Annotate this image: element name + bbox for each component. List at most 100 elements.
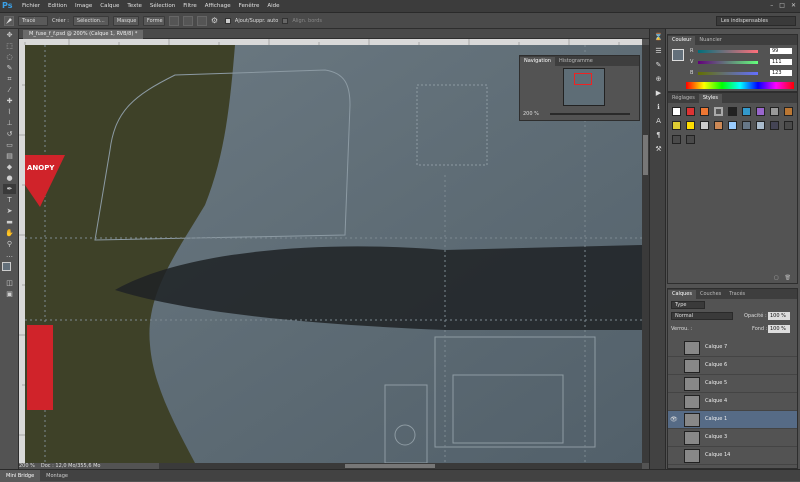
align-edges-checkbox[interactable] xyxy=(282,17,289,24)
properties-panel-icon[interactable]: ☰ xyxy=(653,46,664,57)
style-swatch-yellow[interactable] xyxy=(686,121,695,130)
green-slider[interactable] xyxy=(698,61,758,64)
maximize-button[interactable]: □ xyxy=(779,2,785,9)
tab-mini-bridge[interactable]: Mini Bridge xyxy=(0,469,41,482)
menu-view[interactable]: Affichage xyxy=(201,3,235,9)
visibility-eye-icon[interactable]: 👁 xyxy=(670,416,678,424)
history-brush-tool-icon[interactable]: ↺ xyxy=(3,129,16,139)
style-swatch-gold[interactable] xyxy=(672,121,681,130)
red-slider[interactable] xyxy=(698,50,758,53)
workspace-dropdown[interactable]: Les indispensables xyxy=(716,16,796,26)
tab-layers[interactable]: Calques xyxy=(668,290,696,299)
style-swatch-none[interactable] xyxy=(672,107,681,116)
menu-edit[interactable]: Edition xyxy=(44,3,71,9)
layer-row[interactable]: Calque 7 xyxy=(668,339,797,357)
blue-slider[interactable] xyxy=(698,72,758,75)
lasso-tool-icon[interactable]: ◌ xyxy=(3,52,16,62)
color-fg-swatch[interactable] xyxy=(672,49,684,61)
path-operations-icon[interactable] xyxy=(168,15,179,26)
tab-swatches[interactable]: Nuancier xyxy=(695,36,725,45)
auto-add-delete-checkbox[interactable] xyxy=(224,17,231,24)
text-tool-icon[interactable]: T xyxy=(3,195,16,205)
tab-navigator[interactable]: Navigation xyxy=(520,57,555,66)
foreground-color-swatch[interactable] xyxy=(2,262,11,271)
pen-tool-icon[interactable]: ✒ xyxy=(3,184,16,194)
menu-filter[interactable]: Filtre xyxy=(179,3,201,9)
style-swatch-gray[interactable] xyxy=(770,107,779,116)
document-tab[interactable]: M_fuse_f_f.psd @ 200% (Calque 1, RVB/8) … xyxy=(23,30,144,39)
navigator-zoom[interactable]: 200 % xyxy=(523,111,539,117)
zoom-tool-icon[interactable]: ⚲ xyxy=(3,239,16,249)
visibility-eye-icon[interactable] xyxy=(670,452,678,460)
tab-histogram[interactable]: Histogramme xyxy=(555,57,597,66)
style-swatch-empty-3[interactable] xyxy=(686,135,695,144)
extra-tools-icon[interactable]: … xyxy=(3,250,16,260)
move-tool-icon[interactable]: ✥ xyxy=(3,30,16,40)
blend-mode-dropdown[interactable]: Normal xyxy=(671,312,733,320)
pen-tool-preset-icon[interactable] xyxy=(4,15,14,26)
menu-file[interactable]: Fichier xyxy=(18,3,44,9)
tab-paths[interactable]: Tracés xyxy=(725,290,749,299)
style-swatch-purple[interactable] xyxy=(756,107,765,116)
navigator-preview[interactable] xyxy=(563,68,605,106)
visibility-eye-icon[interactable] xyxy=(670,362,678,370)
style-swatch-brown[interactable] xyxy=(784,107,793,116)
navigator-zoom-slider[interactable] xyxy=(550,113,630,115)
menu-select[interactable]: Sélection xyxy=(146,3,179,9)
history-panel-icon[interactable]: ⌛ xyxy=(653,32,664,43)
menu-image[interactable]: Image xyxy=(71,3,96,9)
close-button[interactable]: ✕ xyxy=(791,2,796,9)
tab-styles[interactable]: Styles xyxy=(698,94,722,103)
hand-tool-icon[interactable]: ✋ xyxy=(3,228,16,238)
character-panel-icon[interactable]: A xyxy=(653,116,664,127)
minimize-button[interactable]: – xyxy=(770,2,773,9)
style-swatch-slate[interactable] xyxy=(756,121,765,130)
blur-tool-icon[interactable]: ◆ xyxy=(3,162,16,172)
layer-row[interactable]: Calque 3 xyxy=(668,429,797,447)
shape-tool-icon[interactable]: ▬ xyxy=(3,217,16,227)
style-swatch-orange[interactable] xyxy=(700,107,709,116)
style-swatch-pattern[interactable] xyxy=(770,121,779,130)
style-swatch-silver[interactable] xyxy=(700,121,709,130)
style-swatch-blue[interactable] xyxy=(742,107,751,116)
selection-button[interactable]: Sélection... xyxy=(72,15,109,26)
path-arrangement-icon[interactable] xyxy=(196,15,207,26)
foreground-background-colors[interactable] xyxy=(2,262,17,276)
layer-row[interactable]: Calque 4 xyxy=(668,393,797,411)
gradient-tool-icon[interactable]: ▤ xyxy=(3,151,16,161)
red-value-input[interactable]: 99 xyxy=(770,48,792,54)
menu-layer[interactable]: Calque xyxy=(96,3,123,9)
green-value-input[interactable]: 111 xyxy=(770,59,792,65)
vertical-scrollbar[interactable] xyxy=(642,45,649,463)
tab-adjustments[interactable]: Réglages xyxy=(668,94,699,103)
style-swatch-sky[interactable] xyxy=(728,121,737,130)
menu-type[interactable]: Texte xyxy=(123,3,146,9)
dodge-tool-icon[interactable]: ● xyxy=(3,173,16,183)
screen-mode-icon[interactable]: ▣ xyxy=(3,289,16,299)
layer-row[interactable]: Calque 14 xyxy=(668,447,797,465)
visibility-eye-icon[interactable] xyxy=(670,344,678,352)
menu-window[interactable]: Fenêtre xyxy=(235,3,264,9)
fill-input[interactable]: 100 % xyxy=(768,325,790,333)
style-swatch-steel[interactable] xyxy=(742,121,751,130)
layer-row[interactable]: Calque 5 xyxy=(668,375,797,393)
tool-presets-panel-icon[interactable]: ⚒ xyxy=(653,144,664,155)
blue-value-input[interactable]: 123 xyxy=(770,70,792,76)
shape-button[interactable]: Forme xyxy=(142,15,165,26)
menu-help[interactable]: Aide xyxy=(263,3,283,9)
visibility-eye-icon[interactable] xyxy=(670,380,678,388)
eyedropper-tool-icon[interactable]: ⁄ xyxy=(3,85,16,95)
quick-select-tool-icon[interactable]: ✎ xyxy=(3,63,16,73)
actions-panel-icon[interactable]: ▶ xyxy=(653,88,664,99)
delete-style-icon[interactable]: 🗑 xyxy=(785,275,791,283)
mask-button[interactable]: Masque xyxy=(112,15,139,26)
stamp-tool-icon[interactable]: ⊥ xyxy=(3,118,16,128)
layer-filter-dropdown[interactable]: Type xyxy=(671,301,705,309)
horizontal-scroll-thumb[interactable] xyxy=(345,464,435,468)
new-style-icon[interactable]: ▢ xyxy=(774,275,779,283)
style-swatch-empty-1[interactable] xyxy=(784,121,793,130)
opacity-input[interactable]: 100 % xyxy=(768,312,790,320)
style-swatch-frame[interactable] xyxy=(714,107,723,116)
path-alignment-icon[interactable] xyxy=(182,15,193,26)
style-swatch-dark[interactable] xyxy=(728,107,737,116)
